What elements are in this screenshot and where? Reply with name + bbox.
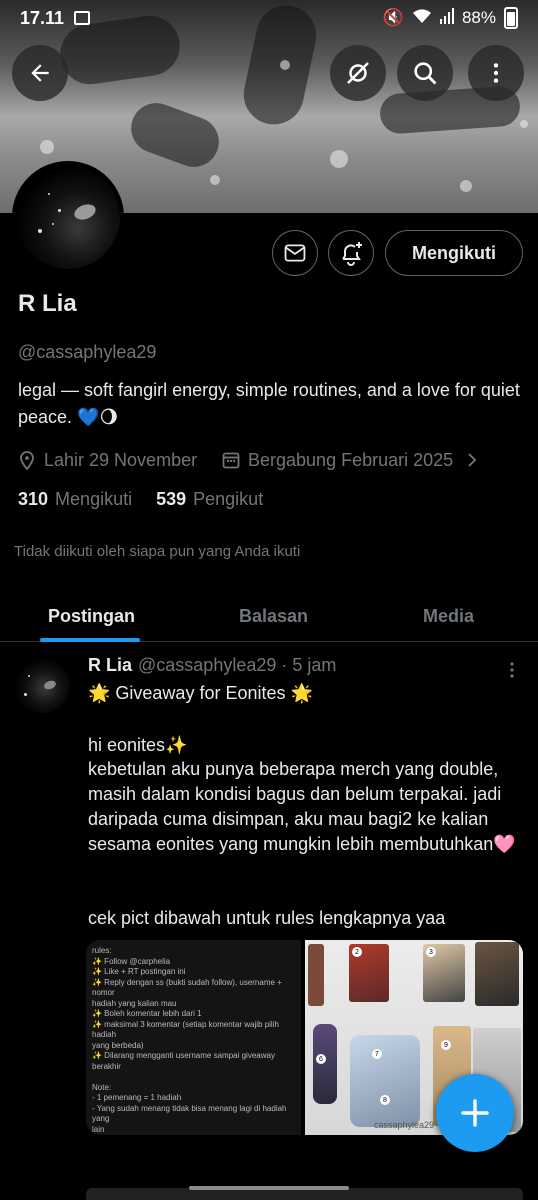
- back-arrow-icon: [31, 64, 49, 82]
- wifi-icon: [412, 8, 432, 28]
- profile-avatar[interactable]: [12, 161, 124, 273]
- tab-media[interactable]: Media: [423, 590, 474, 642]
- status-time: 17.11: [20, 7, 65, 28]
- post-author-avatar[interactable]: [14, 657, 70, 713]
- tab-posts[interactable]: Postingan: [48, 590, 135, 642]
- post-title-line: 🌟 Giveaway for Eonites 🌟: [88, 683, 313, 703]
- bell-plus-icon: [342, 242, 362, 266]
- merch-card-number: 7: [372, 1049, 382, 1059]
- post-author-name[interactable]: R Lia: [88, 655, 132, 676]
- tab-replies[interactable]: Balasan: [239, 590, 308, 642]
- compose-post-button[interactable]: [436, 1074, 514, 1152]
- image-watermark: cassaphylea29: [374, 1120, 435, 1130]
- merch-card-number: 9: [441, 1040, 451, 1050]
- post-author-handle-time[interactable]: @cassaphylea29 · 5 jam: [138, 655, 336, 676]
- battery-percent: 88%: [461, 8, 496, 27]
- merch-card-number: 3: [426, 947, 436, 957]
- chevron-right-icon: [468, 453, 477, 467]
- post-greeting-line: hi eonites✨: [88, 735, 188, 755]
- profile-tabs: Postingan Balasan Media: [0, 590, 538, 642]
- profile-name: R Lia: [18, 290, 77, 317]
- profile-handle: @cassaphylea29: [18, 342, 157, 362]
- mute-icon: 🔇: [382, 8, 404, 27]
- more-vertical-icon: [510, 662, 514, 678]
- followers-link[interactable]: 539 Pengikut: [156, 489, 263, 510]
- battery-icon: [504, 7, 518, 29]
- post-image-rules[interactable]: rules: ✨ Follow @carphelia ✨ Like + RT p…: [86, 940, 301, 1135]
- back-button[interactable]: [12, 45, 68, 101]
- calendar-icon: [222, 452, 240, 469]
- joined-text: Bergabung Februari 2025: [248, 449, 454, 470]
- merch-card-number: 8: [380, 1095, 390, 1105]
- translate-off-icon: [347, 62, 369, 84]
- more-options-button[interactable]: [468, 45, 524, 101]
- birthday-text: Lahir 29 November: [44, 449, 198, 470]
- post-header: R Lia @cassaphylea29 · 5 jam: [88, 655, 336, 676]
- following-count: 310: [18, 489, 49, 509]
- notifications-button[interactable]: [328, 230, 374, 276]
- merch-card-number: 6: [316, 1054, 326, 1064]
- more-vertical-icon: [493, 63, 499, 83]
- signal-icon: [439, 7, 454, 29]
- followed-by-note: Tidak diikuti oleh siapa pun yang Anda i…: [14, 543, 301, 560]
- post-body-text: kebetulan aku punya beberapa merch yang …: [88, 759, 516, 854]
- status-bar: 17.11 🔇 88%: [0, 0, 538, 36]
- active-tab-indicator: [40, 638, 140, 642]
- mail-icon: [284, 244, 306, 262]
- translate-off-button[interactable]: [330, 45, 386, 101]
- followers-count: 539: [156, 489, 187, 509]
- birthday-info: Lahir 29 November: [18, 448, 197, 472]
- rules-image-text: rules: ✨ Follow @carphelia ✨ Like + RT p…: [92, 946, 287, 1134]
- merch-card-number: 2: [352, 947, 362, 957]
- followers-label: Pengikut: [193, 489, 264, 509]
- home-indicator[interactable]: [189, 1186, 349, 1190]
- post-footer-line: cek pict dibawah untuk rules lengkapnya …: [88, 908, 446, 928]
- search-button[interactable]: [397, 45, 453, 101]
- search-icon: [414, 62, 437, 85]
- following-label: Mengikuti: [55, 489, 133, 509]
- following-link[interactable]: 310 Mengikuti: [18, 489, 132, 510]
- plus-icon: [461, 1099, 489, 1127]
- gallery-notification-icon: [74, 11, 91, 25]
- profile-bio: legal — soft fangirl energy, simple rout…: [18, 380, 520, 427]
- message-button[interactable]: [272, 230, 318, 276]
- location-pin-icon: [20, 451, 34, 470]
- joined-info[interactable]: Bergabung Februari 2025: [222, 448, 487, 472]
- follow-counts: 310 Mengikuti 539 Pengikut: [18, 489, 263, 510]
- post-more-button[interactable]: [500, 660, 524, 680]
- following-button[interactable]: Mengikuti: [385, 230, 523, 276]
